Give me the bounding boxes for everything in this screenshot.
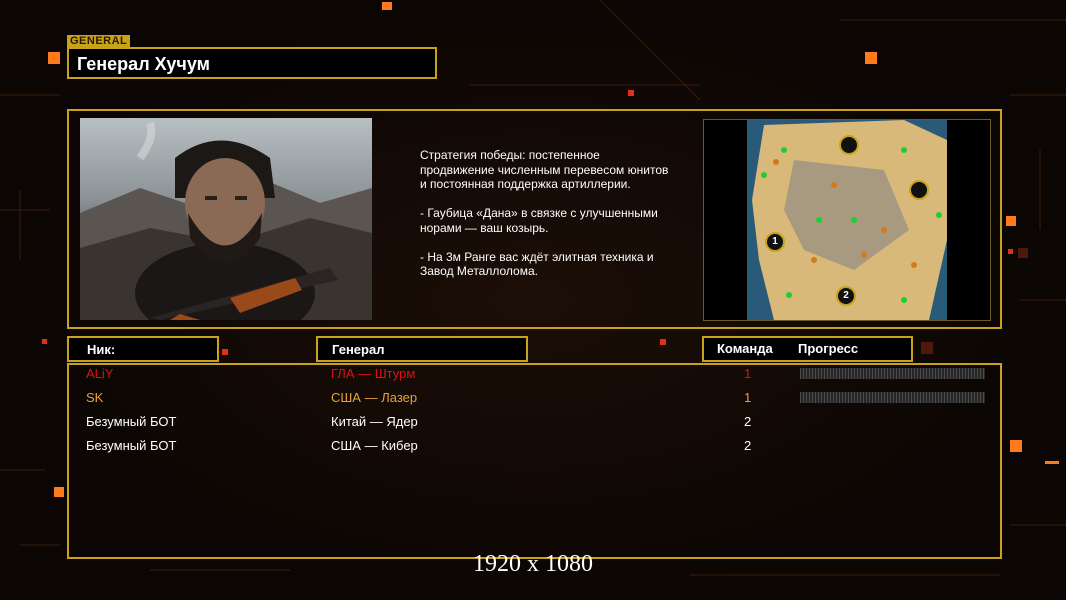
general-name-title: Генерал Хучум (77, 54, 210, 74)
player-general: Китай — Ядер (331, 414, 418, 429)
player-general: США — Кибер (331, 438, 418, 453)
player-progress-bar (800, 368, 985, 379)
general-portrait (80, 118, 372, 320)
start-marker-2: 2 (836, 286, 856, 306)
team-progress-column-header: Команда Прогресс (702, 336, 913, 362)
player-team: 2 (744, 438, 752, 453)
resolution-overlay: 1920 x 1080 (473, 551, 593, 577)
player-nick: ALiY (86, 366, 114, 381)
general-column-header: Генерал (316, 336, 528, 362)
player-row[interactable] (70, 414, 1000, 436)
player-row[interactable] (70, 438, 1000, 460)
strategy-description: Стратегия победы: постепенное продвижени… (420, 148, 669, 278)
nick-column-header: Ник: (67, 336, 219, 362)
player-general: США — Лазер (331, 390, 418, 405)
general-header-label: Генерал (332, 342, 385, 357)
portrait-image (80, 121, 372, 320)
player-nick: SK (86, 390, 104, 405)
player-general: ГЛА — Штурм (331, 366, 416, 381)
player-team: 2 (744, 414, 752, 429)
start-marker-1: 1 (765, 232, 785, 252)
nick-header-label: Ник: (87, 342, 116, 357)
team-header-label: Команда (717, 341, 773, 356)
player-nick: Безумный БОТ (86, 414, 177, 429)
progress-header-label: Прогресс (798, 341, 859, 356)
minimap[interactable]: 1 2 (703, 119, 991, 321)
title-box: Генерал Хучум (67, 47, 437, 79)
player-team: 1 (744, 390, 752, 405)
player-nick: Безумный БОТ (86, 438, 177, 453)
player-team: 1 (744, 366, 752, 381)
player-progress-bar (800, 392, 985, 403)
